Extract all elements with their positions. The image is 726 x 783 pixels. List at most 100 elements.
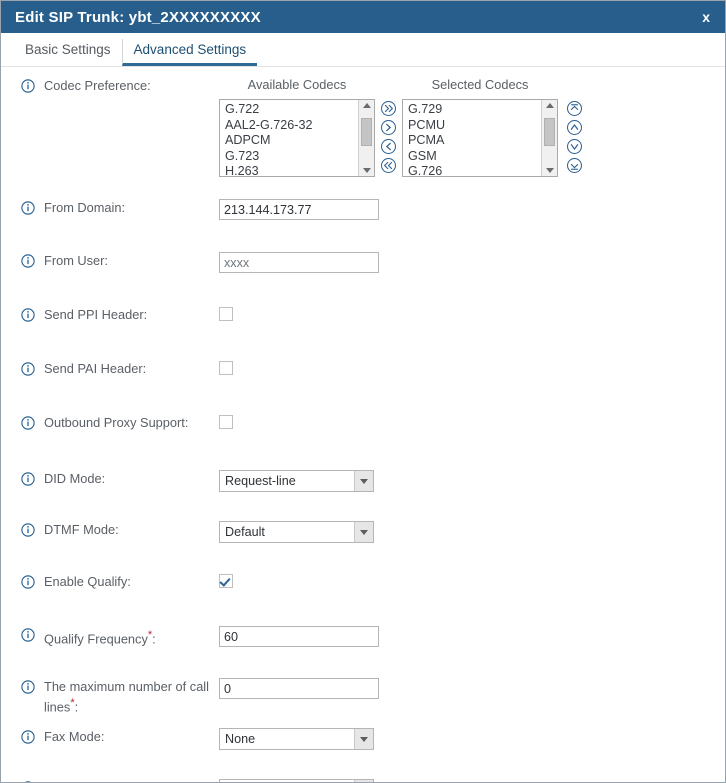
list-item[interactable]: ADPCM	[225, 133, 358, 149]
list-item[interactable]: G.723	[225, 149, 358, 165]
did-mode-select[interactable]: Request-line	[219, 470, 374, 492]
info-icon	[21, 628, 35, 642]
qualify-frequency-input[interactable]	[219, 626, 379, 647]
fax-mode-select[interactable]: None	[219, 728, 374, 750]
row-enable-qualify: Enable Qualify:	[1, 573, 725, 611]
row-send-pai-header: Send PAI Header:	[1, 360, 725, 398]
list-item[interactable]: AAL2-G.726-32	[225, 118, 358, 134]
tab-advanced-settings[interactable]: Advanced Settings	[121, 39, 258, 66]
list-item[interactable]: G.726	[408, 164, 541, 176]
list-item[interactable]: G.722	[225, 102, 358, 118]
fax-mode-value: None	[225, 732, 256, 746]
scrollbar-thumb[interactable]	[544, 118, 555, 146]
srtp-label: SRTP:	[44, 779, 81, 782]
max-call-lines-label-line1: The maximum number of call	[44, 679, 209, 694]
move-all-left-icon[interactable]	[380, 157, 397, 174]
send-ppi-header-field-cell	[219, 306, 725, 321]
dtmf-mode-select[interactable]: Default	[219, 521, 374, 543]
outbound-proxy-support-label: Outbound Proxy Support:	[44, 415, 189, 430]
move-right-icon[interactable]	[380, 119, 397, 136]
label-suffix: :	[74, 699, 79, 715]
move-down-icon[interactable]	[566, 138, 583, 155]
did-mode-field-cell: Request-line	[219, 470, 725, 492]
selected-codecs-heading: Selected Codecs	[431, 77, 529, 92]
max-call-lines-label: The maximum number of call lines*:	[44, 678, 209, 715]
scroll-up-icon[interactable]	[362, 103, 371, 108]
fax-mode-label: Fax Mode:	[44, 729, 105, 744]
scroll-down-icon[interactable]	[362, 168, 371, 173]
codec-preference-label-cell: Codec Preference:	[1, 77, 219, 94]
selected-codecs-listbox[interactable]: G.729 PCMU PCMA GSM G.726	[402, 99, 558, 177]
edit-sip-trunk-dialog: Edit SIP Trunk: ybt_2XXXXXXXXX x Basic S…	[0, 0, 726, 783]
codec-preference-field-cell: Available Codecs G.722 AAL2-G.726-32 ADP…	[219, 77, 725, 177]
selected-codecs-scrollbar[interactable]	[541, 100, 557, 176]
enable-qualify-field-cell	[219, 573, 725, 588]
chevron-down-icon[interactable]	[354, 729, 373, 749]
info-icon	[21, 201, 35, 215]
qualify-frequency-field-cell	[219, 626, 725, 647]
available-codecs-scrollbar[interactable]	[358, 100, 374, 176]
list-item[interactable]: H.263	[225, 164, 358, 176]
did-mode-label: DID Mode:	[44, 471, 106, 486]
selected-codecs-items: G.729 PCMU PCMA GSM G.726	[403, 100, 541, 176]
max-call-lines-input[interactable]	[219, 678, 379, 699]
outbound-proxy-support-checkbox[interactable]	[219, 415, 233, 429]
dtmf-mode-label: DTMF Mode:	[44, 522, 119, 537]
send-pai-header-label-cell: Send PAI Header:	[1, 360, 219, 377]
available-codecs-group: Available Codecs G.722 AAL2-G.726-32 ADP…	[219, 77, 375, 177]
move-to-bottom-icon[interactable]	[566, 157, 583, 174]
info-icon	[21, 79, 35, 93]
selected-codecs-group: Selected Codecs G.729 PCMU PCMA GSM G.72…	[402, 77, 558, 177]
available-codecs-items: G.722 AAL2-G.726-32 ADPCM G.723 H.263	[220, 100, 358, 176]
codec-picker: Available Codecs G.722 AAL2-G.726-32 ADP…	[219, 77, 588, 177]
info-icon	[21, 523, 35, 537]
send-pai-header-checkbox[interactable]	[219, 361, 233, 375]
scroll-up-icon[interactable]	[545, 103, 554, 108]
list-item[interactable]: PCMA	[408, 133, 541, 149]
scroll-down-icon[interactable]	[545, 168, 554, 173]
qualify-frequency-label: Qualify Frequency*:	[44, 626, 156, 647]
row-from-domain: From Domain:	[1, 199, 725, 237]
did-mode-value: Request-line	[225, 474, 296, 488]
list-item[interactable]: PCMU	[408, 118, 541, 134]
chevron-down-icon[interactable]	[354, 522, 373, 542]
codec-transfer-buttons	[375, 99, 402, 175]
advanced-settings-form: Codec Preference: Available Codecs G.722…	[1, 67, 725, 782]
enable-qualify-checkbox[interactable]	[219, 574, 233, 588]
scrollbar-thumb[interactable]	[361, 118, 372, 146]
move-to-top-icon[interactable]	[566, 100, 583, 117]
max-call-lines-field-cell	[219, 678, 725, 699]
row-max-call-lines: The maximum number of call lines*:	[1, 678, 725, 716]
tab-basic-settings[interactable]: Basic Settings	[14, 39, 122, 66]
info-icon	[21, 416, 35, 430]
row-send-ppi-header: Send PPI Header:	[1, 306, 725, 344]
outbound-proxy-support-field-cell	[219, 414, 725, 429]
from-user-field-cell	[219, 252, 725, 273]
list-item[interactable]: G.729	[408, 102, 541, 118]
dtmf-mode-field-cell: Default	[219, 521, 725, 543]
available-codecs-listbox[interactable]: G.722 AAL2-G.726-32 ADPCM G.723 H.263	[219, 99, 375, 177]
tab-bar: Basic Settings Advanced Settings	[1, 33, 725, 67]
row-from-user: From User:	[1, 252, 725, 290]
chevron-down-icon[interactable]	[354, 471, 373, 491]
max-call-lines-label-cell: The maximum number of call lines*:	[1, 678, 219, 715]
move-left-icon[interactable]	[380, 138, 397, 155]
srtp-select[interactable]: Disabled	[219, 779, 374, 782]
from-domain-input[interactable]	[219, 199, 379, 220]
did-mode-label-cell: DID Mode:	[1, 470, 219, 487]
list-item[interactable]: GSM	[408, 149, 541, 165]
info-icon	[21, 362, 35, 376]
from-user-label-cell: From User:	[1, 252, 219, 269]
codec-order-buttons	[558, 99, 588, 175]
send-ppi-header-checkbox[interactable]	[219, 307, 233, 321]
from-user-input[interactable]	[219, 252, 379, 273]
fax-mode-field-cell: None	[219, 728, 725, 750]
info-icon	[21, 472, 35, 486]
max-call-lines-label-line2: lines	[44, 699, 71, 715]
dialog-titlebar: Edit SIP Trunk: ybt_2XXXXXXXXX x	[1, 1, 725, 33]
from-user-label: From User:	[44, 253, 108, 268]
available-codecs-heading: Available Codecs	[247, 77, 347, 92]
move-all-right-icon[interactable]	[380, 100, 397, 117]
close-icon[interactable]: x	[699, 10, 713, 24]
move-up-icon[interactable]	[566, 119, 583, 136]
